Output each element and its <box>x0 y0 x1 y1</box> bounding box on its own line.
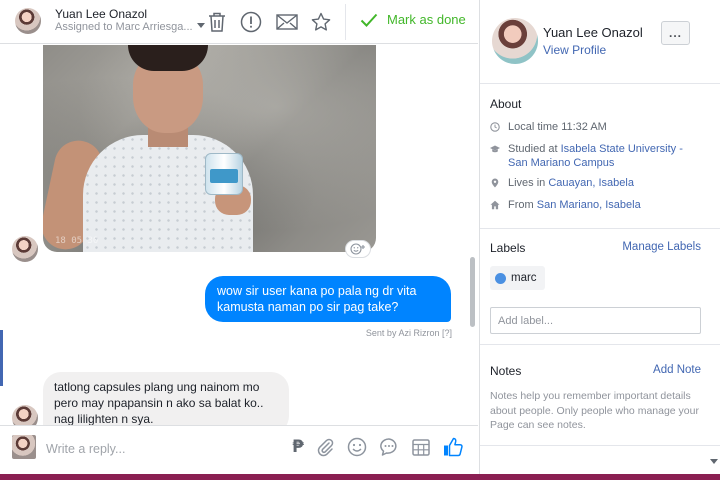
checkmark-icon <box>360 13 378 27</box>
alert-icon[interactable] <box>240 11 262 33</box>
label-chip[interactable]: marc <box>490 266 545 290</box>
hometown-link[interactable]: San Mariano, Isabela <box>537 199 641 211</box>
from-prefix: From <box>508 199 537 211</box>
manage-labels-link[interactable]: Manage Labels <box>622 241 701 253</box>
photo-timestamp: 18 05 30 <box>55 236 99 246</box>
thread-scrollbar-thumb[interactable] <box>470 257 475 327</box>
label-color-dot <box>495 272 506 284</box>
header-divider <box>345 4 346 40</box>
customer-info-pane: Yuan Lee Onazol View Profile ... About L… <box>479 0 720 474</box>
hometown-row: From San Mariano, Isabela <box>490 198 702 212</box>
studied-prefix: Studied at <box>508 143 561 155</box>
like-icon[interactable] <box>441 435 465 459</box>
add-note-link[interactable]: Add Note <box>653 364 701 376</box>
notes-help-text: Notes help you remember important detail… <box>490 390 699 431</box>
page-avatar <box>12 435 36 459</box>
sent-by-text: Sent by Azi Rizron <box>365 328 440 338</box>
location-pin-icon <box>491 178 499 188</box>
lives-in-row: Lives in Cauayan, Isabela <box>490 176 702 190</box>
paperclip-icon[interactable] <box>313 435 337 459</box>
outgoing-message[interactable]: wow sir user kana po pala ng dr vita kam… <box>205 276 451 322</box>
saved-reply-icon[interactable] <box>377 435 401 459</box>
payment-peso-icon[interactable]: ₱ <box>286 435 310 459</box>
scroll-down-arrow-icon[interactable] <box>710 459 718 464</box>
smiley-plus-icon <box>350 243 365 255</box>
message-thread[interactable]: 18 05 30 wow sir user kana po pala ng dr… <box>0 45 478 425</box>
local-time-text: Local time 11:32 AM <box>508 121 607 133</box>
thread-scrollbar-track[interactable] <box>468 45 475 425</box>
conversation-pane: Yuan Lee Onazol Assigned to Marc Arriesg… <box>0 0 478 474</box>
current-city-link[interactable]: Cauayan, Isabela <box>548 177 634 189</box>
lives-prefix: Lives in <box>508 177 549 189</box>
reaction-button[interactable] <box>345 240 371 258</box>
profile-avatar[interactable] <box>492 18 538 64</box>
sender-avatar <box>12 236 38 262</box>
notes-heading: Notes <box>490 364 522 378</box>
more-options-button[interactable]: ... <box>661 21 690 45</box>
trash-icon[interactable] <box>206 11 228 33</box>
chevron-down-icon[interactable] <box>197 23 205 28</box>
graduation-cap-icon <box>490 145 500 153</box>
incoming-message[interactable]: tatlong capsules plang ung nainom mo per… <box>43 372 289 425</box>
window-bottom-strip <box>0 474 720 480</box>
sender-avatar <box>12 405 38 425</box>
label-chip-text: marc <box>511 272 537 284</box>
about-heading: About <box>490 97 522 111</box>
sent-by-caption: Sent by Azi Rizron [?] <box>366 328 452 338</box>
profile-name: Yuan Lee Onazol <box>543 25 643 40</box>
conversation-header: Yuan Lee Onazol Assigned to Marc Arriesg… <box>0 0 478 44</box>
labels-section: Labels Manage Labels marc <box>480 230 720 345</box>
local-time-row: Local time 11:32 AM <box>490 120 702 134</box>
studied-at-row: Studied at Isabela State University - Sa… <box>490 142 702 170</box>
reply-input[interactable] <box>46 439 266 459</box>
mail-icon[interactable] <box>276 11 298 33</box>
assignee-dropdown[interactable]: Assigned to Marc Arriesga... <box>55 21 193 33</box>
customer-name[interactable]: Yuan Lee Onazol <box>55 7 147 21</box>
emoji-icon[interactable] <box>345 435 369 459</box>
shared-photo[interactable]: 18 05 30 <box>43 45 376 252</box>
notes-section: Notes Add Note Notes help you remember i… <box>480 346 720 446</box>
add-label-input[interactable] <box>490 307 701 334</box>
mark-as-done-label: Mark as done <box>387 12 466 27</box>
about-section: About Local time 11:32 AM Studied at Isa… <box>480 85 720 229</box>
mark-as-done-button[interactable]: Mark as done <box>360 12 466 27</box>
star-icon[interactable] <box>310 11 332 33</box>
home-icon <box>490 200 500 210</box>
labels-heading: Labels <box>490 241 526 255</box>
profile-header: Yuan Lee Onazol View Profile ... <box>480 0 720 84</box>
customer-avatar[interactable] <box>15 8 41 34</box>
focus-edge <box>0 330 3 386</box>
reply-composer: ₱ <box>0 425 478 474</box>
calendar-icon[interactable] <box>409 435 433 459</box>
sent-by-help[interactable]: [?] <box>442 328 452 338</box>
view-profile-link[interactable]: View Profile <box>543 43 606 57</box>
clock-icon <box>490 122 500 132</box>
